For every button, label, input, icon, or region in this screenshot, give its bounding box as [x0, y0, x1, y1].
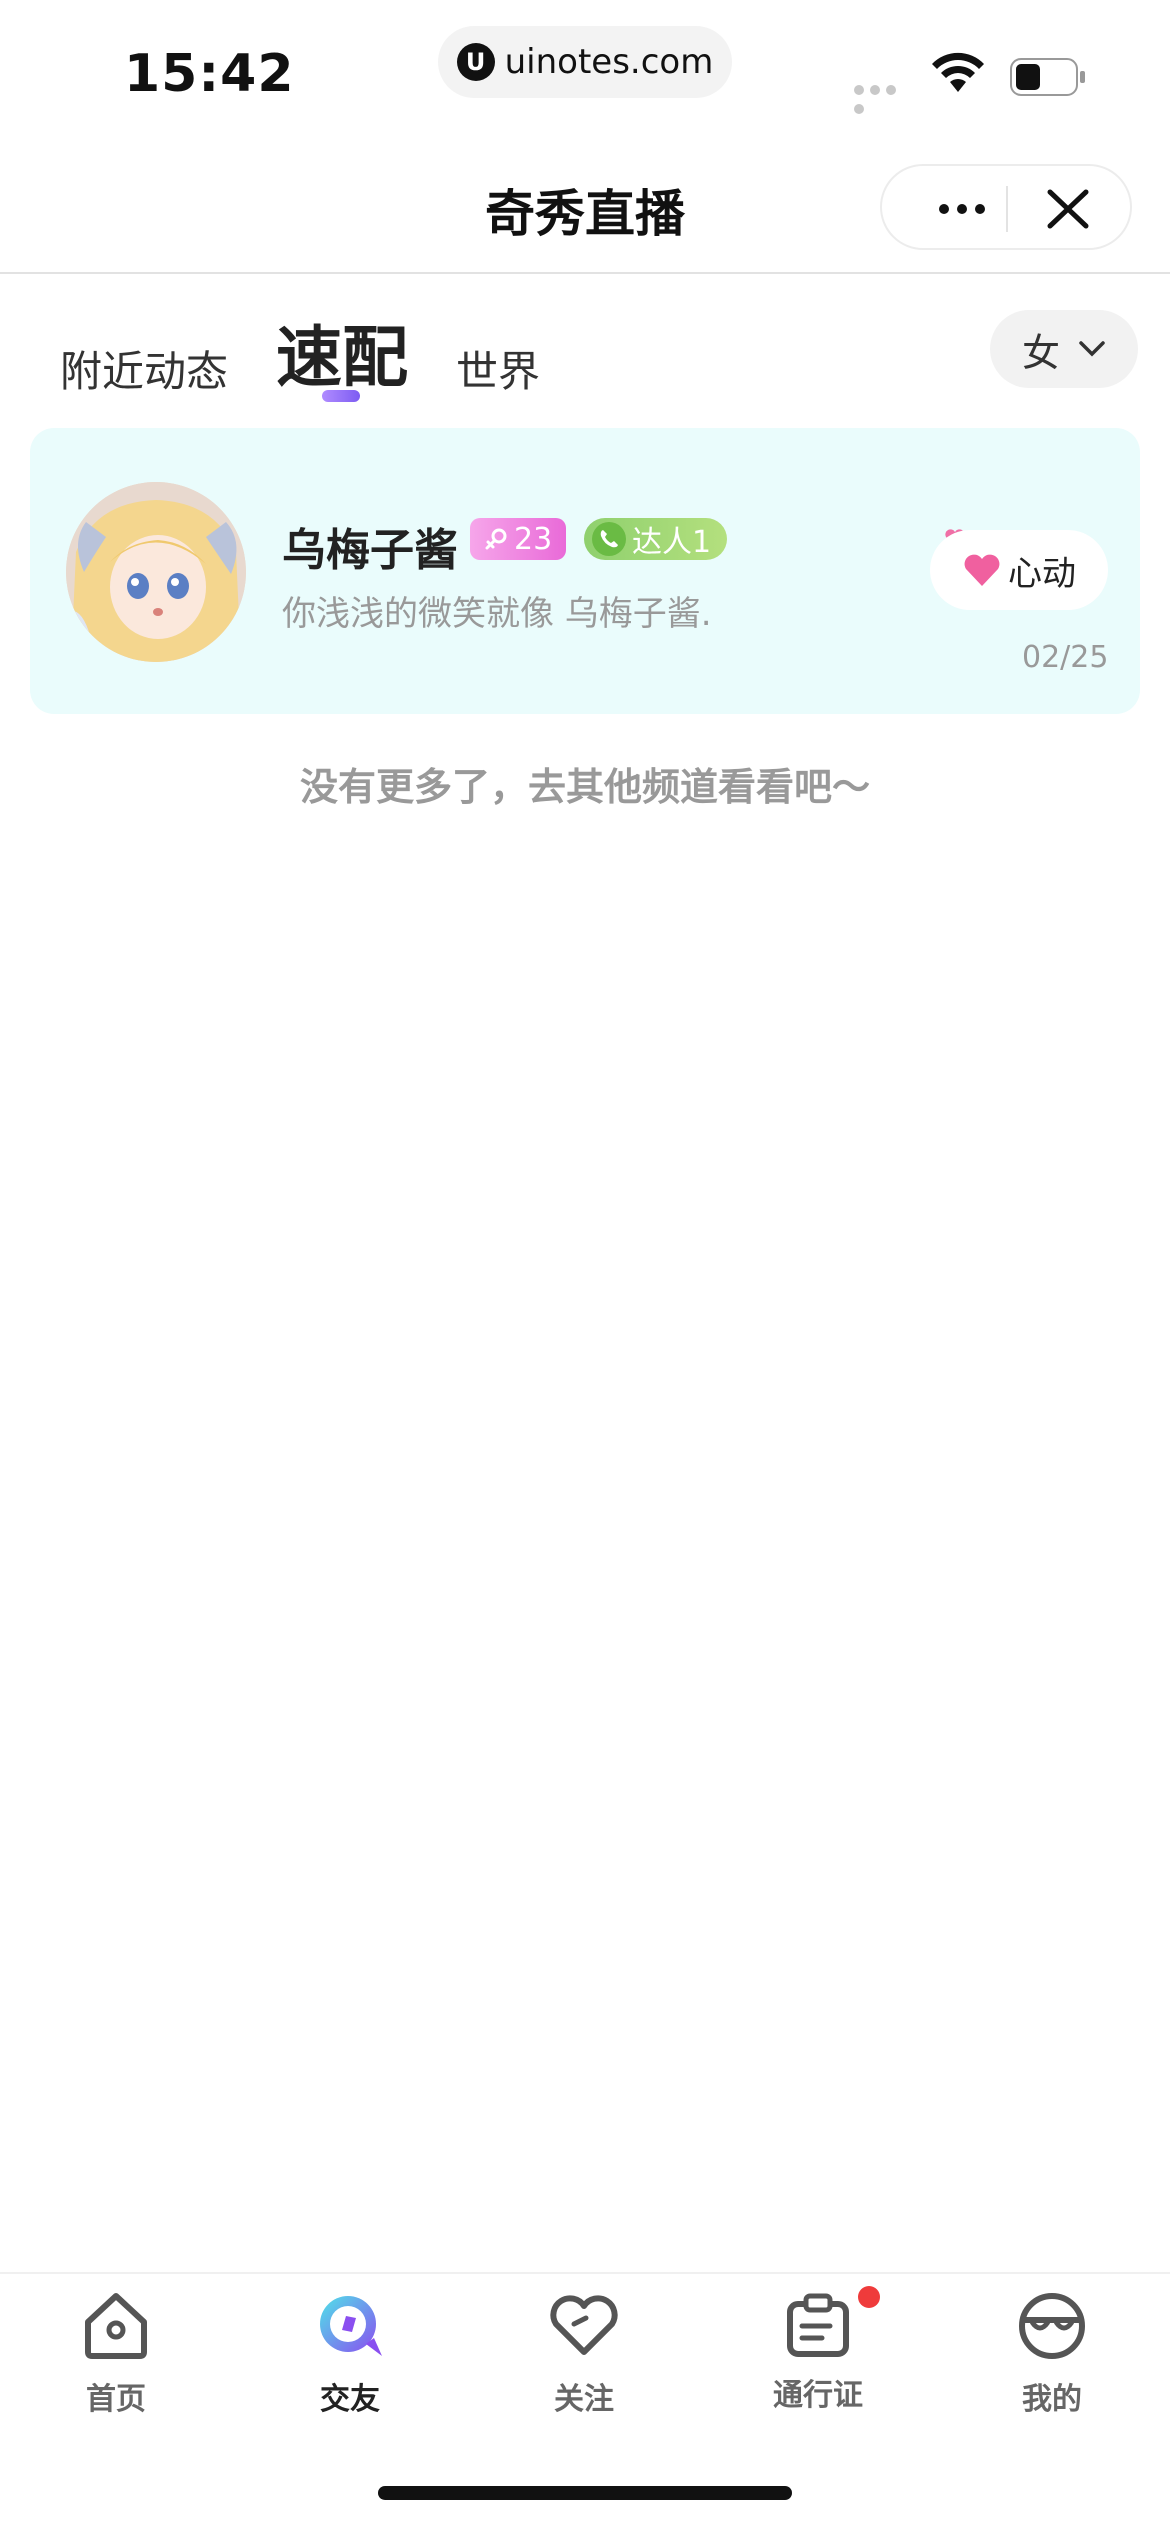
tabbar-item-pass[interactable]: 通行证 [748, 2284, 888, 2414]
notification-dot [858, 2286, 880, 2308]
tabbar-item-friends[interactable]: 交友 [280, 2284, 420, 2418]
gender-filter-value: 女 [1021, 330, 1060, 375]
mini-program-capsule [880, 164, 1132, 250]
active-tab-indicator [322, 390, 360, 402]
channel-tabs: 附近动态 速配 世界 女 [0, 290, 1170, 420]
home-icon [85, 2293, 147, 2359]
tabbar-label-friends: 交友 [320, 2382, 380, 2417]
avatar-image [66, 482, 246, 662]
signal-icon [854, 80, 916, 114]
tab-nearby[interactable]: 附近动态 [60, 338, 228, 399]
url-text: uinotes.com [504, 42, 714, 82]
home-indicator [378, 2486, 792, 2500]
tabbar-label-follow: 关注 [554, 2382, 614, 2417]
heartbeat-button[interactable]: 心动 [930, 530, 1108, 610]
friends-chat-icon [320, 2296, 382, 2356]
capsule-divider [1006, 186, 1008, 232]
user-age: 23 [514, 521, 553, 557]
phone-icon [592, 522, 626, 556]
female-symbol-icon [485, 528, 507, 550]
gender-filter-dropdown[interactable]: 女 [990, 310, 1138, 388]
talent-level: 达人1 [632, 525, 712, 560]
user-nickname: 乌梅子酱 [282, 525, 458, 576]
pass-icon-wrapper [778, 2284, 880, 2364]
end-of-list-note: 没有更多了，去其他频道看看吧～ [299, 765, 870, 809]
user-card[interactable]: 乌梅子酱 23 达人1 你浅浅的微笑就像 乌梅子酱. 心动 02/25 [30, 428, 1140, 714]
tabbar-label-home: 首页 [86, 2382, 146, 2417]
tab-speed-match[interactable]: 速配 [276, 304, 408, 400]
battery-icon [1010, 58, 1085, 96]
tabbar-item-home[interactable]: 首页 [46, 2284, 186, 2418]
tab-world[interactable]: 世界 [456, 338, 540, 399]
talent-badge: 达人1 [584, 518, 728, 560]
tabbar-item-follow[interactable]: 关注 [514, 2284, 654, 2418]
tabbar-label-mine: 我的 [1022, 2382, 1082, 2417]
gender-age-badge: 23 [470, 518, 567, 560]
chevron-down-icon [1079, 341, 1105, 357]
nav-header: 奇秀直播 [0, 140, 1170, 274]
profile-face-icon [1019, 2293, 1085, 2359]
post-date: 02/25 [1022, 640, 1109, 675]
pass-icon [787, 2293, 849, 2357]
site-logo-icon: U [456, 43, 495, 81]
heart-outline-icon [550, 2295, 618, 2355]
heartbeat-label: 心动 [1008, 553, 1076, 594]
avatar[interactable] [66, 482, 246, 662]
status-bar: 15:42 U uinotes.com [0, 0, 1170, 140]
more-dots-icon[interactable] [922, 194, 1002, 224]
status-time: 15:42 [124, 44, 295, 104]
url-pill[interactable]: U uinotes.com [438, 26, 732, 98]
close-icon[interactable] [1042, 186, 1094, 232]
wifi-icon [932, 52, 984, 92]
tabbar-item-mine[interactable]: 我的 [982, 2284, 1122, 2418]
user-bio: 你浅浅的微笑就像 乌梅子酱. [282, 594, 712, 634]
heart-icon [964, 554, 1000, 586]
tabbar-label-pass: 通行证 [773, 2378, 863, 2413]
